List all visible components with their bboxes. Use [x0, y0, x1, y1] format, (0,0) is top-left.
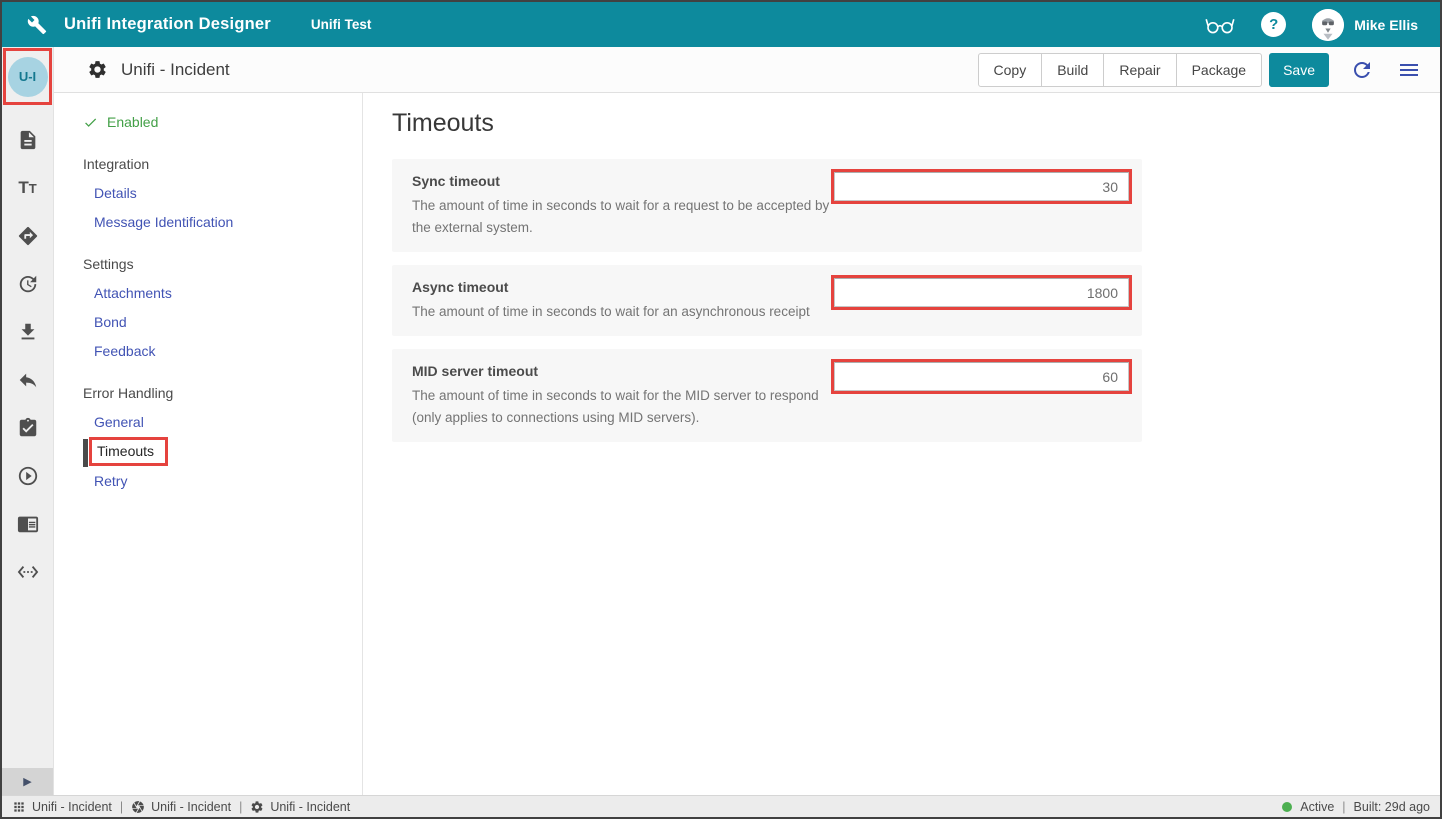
glasses-icon[interactable]: [1204, 14, 1236, 36]
status-bar-contexts: Unifi - Incident | Unifi - Incident | Un…: [12, 800, 350, 814]
annotation-box-avatar: U-I: [3, 48, 52, 105]
help-icon[interactable]: ?: [1261, 12, 1286, 37]
context-item-integration[interactable]: Unifi - Incident: [131, 800, 231, 814]
gear-icon: [250, 800, 264, 814]
topbar-right-group: ? Mike Ellis: [1204, 9, 1440, 41]
field-description: The amount of time in seconds to wait fo…: [412, 301, 840, 323]
unifi-integration-designer-window: { "top_bar": { "app_title": "Unifi Integ…: [0, 0, 1442, 819]
context-label: Unifi - Incident: [151, 800, 231, 814]
menu-icon[interactable]: [1397, 58, 1421, 82]
context-label: Unifi - Incident: [32, 800, 112, 814]
avatar-face-icon: [1312, 9, 1344, 41]
rail-icon-list: TT: [2, 129, 53, 583]
text-format-icon[interactable]: TT: [18, 177, 36, 199]
nav-item-bond[interactable]: Bond: [94, 314, 362, 330]
field-cards: Sync timeout The amount of time in secon…: [392, 159, 1142, 442]
integration-avatar-label: U-I: [19, 69, 36, 84]
field-card-mid-server-timeout: MID server timeout The amount of time in…: [392, 349, 1142, 442]
nav-heading-integration: Integration: [83, 156, 362, 172]
repair-button[interactable]: Repair: [1103, 53, 1176, 87]
user-avatar[interactable]: [1312, 9, 1344, 41]
nav-item-attachments[interactable]: Attachments: [94, 285, 362, 301]
built-label: Built: 29d ago: [1354, 800, 1430, 814]
status-bar-right: Active | Built: 29d ago: [1282, 800, 1430, 814]
aperture-icon: [131, 800, 145, 814]
separator: |: [1342, 800, 1345, 814]
action-buttons: Copy Build Repair Package Save: [978, 53, 1440, 87]
directions-icon[interactable]: [17, 225, 39, 247]
sync-timeout-input[interactable]: [834, 172, 1129, 201]
document-icon[interactable]: [17, 129, 39, 151]
mid-server-timeout-input[interactable]: [834, 362, 1129, 391]
icon-rail: U-I TT ▶: [2, 47, 54, 795]
enabled-label: Enabled: [107, 114, 158, 130]
enabled-status[interactable]: Enabled: [83, 114, 362, 130]
async-timeout-input[interactable]: [834, 278, 1129, 307]
context-label: Unifi - Incident: [270, 800, 350, 814]
reader-icon[interactable]: [17, 513, 39, 535]
build-button[interactable]: Build: [1041, 53, 1104, 87]
annotation-box-sync-input: [831, 169, 1132, 204]
save-button[interactable]: Save: [1269, 53, 1329, 87]
page-title: Unifi - Incident: [121, 60, 230, 80]
status-bar: Unifi - Incident | Unifi - Incident | Un…: [2, 795, 1440, 817]
tasks-icon[interactable]: [17, 417, 39, 439]
reply-icon[interactable]: [17, 369, 39, 391]
annotation-box-mid-input: [831, 359, 1132, 394]
tt-large: T: [18, 178, 28, 197]
active-label: Active: [1300, 800, 1334, 814]
refresh-icon[interactable]: [1350, 58, 1374, 82]
selection-indicator: [83, 439, 88, 467]
annotation-box-timeouts: Timeouts: [89, 437, 168, 466]
integration-avatar[interactable]: U-I: [8, 57, 48, 97]
package-button[interactable]: Package: [1176, 53, 1262, 87]
help-symbol: ?: [1269, 16, 1278, 33]
wrench-icon: [27, 15, 47, 35]
expand-arrow-icon: ▶: [23, 775, 31, 788]
rail-expand-button[interactable]: ▶: [2, 768, 53, 795]
field-description: The amount of time in seconds to wait fo…: [412, 385, 840, 429]
nav-item-timeouts[interactable]: Timeouts: [94, 443, 362, 460]
integration-title-bar: Unifi - Incident Copy Build Repair Packa…: [54, 47, 1440, 93]
nav-item-message-identification[interactable]: Message Identification: [94, 214, 362, 230]
play-circle-icon[interactable]: [17, 465, 39, 487]
nav-item-timeouts-label: Timeouts: [97, 443, 154, 459]
active-status-dot: [1282, 802, 1292, 812]
copy-button[interactable]: Copy: [978, 53, 1043, 87]
nav-item-details[interactable]: Details: [94, 185, 362, 201]
check-icon: [83, 115, 98, 130]
user-name[interactable]: Mike Ellis: [1354, 17, 1418, 33]
tt-small: T: [29, 181, 37, 196]
settings-nav: Enabled Integration Details Message Iden…: [54, 93, 363, 795]
separator: |: [120, 800, 123, 814]
annotation-box-async-input: [831, 275, 1132, 310]
field-card-async-timeout: Async timeout The amount of time in seco…: [392, 265, 1142, 336]
nav-heading-settings: Settings: [83, 256, 362, 272]
app-title: Unifi Integration Designer: [64, 15, 271, 34]
environment-label[interactable]: Unifi Test: [311, 17, 372, 32]
context-item-apps[interactable]: Unifi - Incident: [12, 800, 112, 814]
code-icon[interactable]: [17, 561, 39, 583]
nav-heading-error-handling: Error Handling: [83, 385, 362, 401]
nav-item-retry[interactable]: Retry: [94, 473, 362, 489]
field-card-sync-timeout: Sync timeout The amount of time in secon…: [392, 159, 1142, 252]
top-app-bar: Unifi Integration Designer Unifi Test ? …: [2, 2, 1440, 47]
gear-icon: [87, 59, 108, 80]
separator: |: [239, 800, 242, 814]
context-item-settings[interactable]: Unifi - Incident: [250, 800, 350, 814]
section-heading: Timeouts: [392, 109, 1440, 138]
main-content: Timeouts Sync timeout The amount of time…: [363, 93, 1440, 795]
nav-item-general[interactable]: General: [94, 414, 362, 430]
apps-grid-icon: [12, 800, 26, 814]
history-icon[interactable]: [17, 273, 39, 295]
field-description: The amount of time in seconds to wait fo…: [412, 195, 840, 239]
download-icon[interactable]: [17, 321, 39, 343]
nav-item-feedback[interactable]: Feedback: [94, 343, 362, 359]
